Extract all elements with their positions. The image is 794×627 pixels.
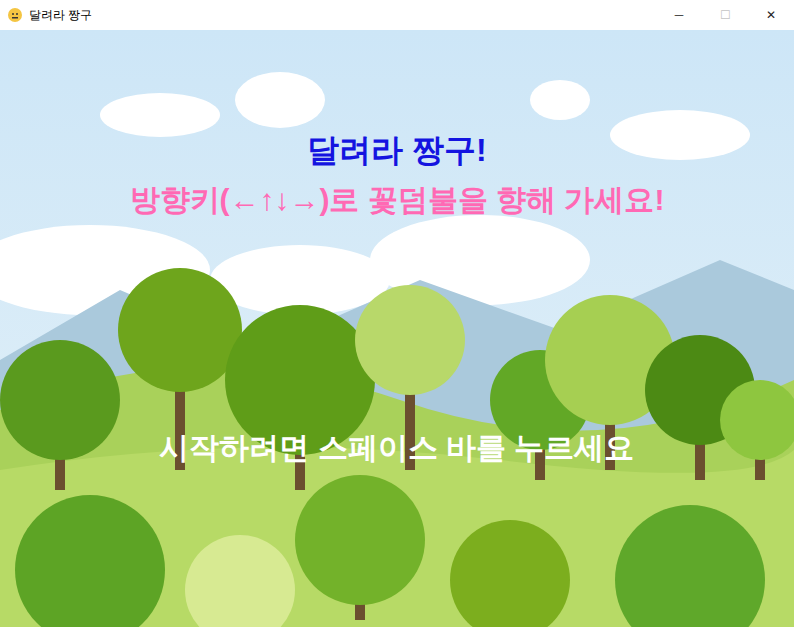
instruction-text: 방향키(←↑↓→)로 꽃덤불을 향해 가세요! bbox=[130, 182, 665, 218]
window-control-button[interactable]: ─ bbox=[656, 0, 702, 30]
game-title: 달려라 짱구! bbox=[307, 130, 487, 170]
game-screen[interactable]: 달려라 짱구! 방향키(←↑↓→)로 꽃덤불을 향해 가세요! 시작하려면 스페이스… bbox=[0, 30, 794, 627]
window-control-button: ☐ bbox=[702, 0, 748, 30]
app-icon bbox=[7, 7, 23, 23]
game-window: 달려라 짱구 ─☐✕ 달려라 짱구! 방향키(←↑↓→)로 꽃덤불을 향해 가세요! 시… bbox=[0, 0, 794, 627]
window-control-button[interactable]: ✕ bbox=[748, 0, 794, 30]
scenery-background bbox=[0, 30, 794, 627]
window-title: 달려라 짱구 bbox=[29, 6, 92, 24]
title-bar: 달려라 짱구 ─☐✕ bbox=[0, 0, 794, 30]
start-prompt: 시작하려면 스페이스 바를 누르세요 bbox=[159, 428, 634, 468]
